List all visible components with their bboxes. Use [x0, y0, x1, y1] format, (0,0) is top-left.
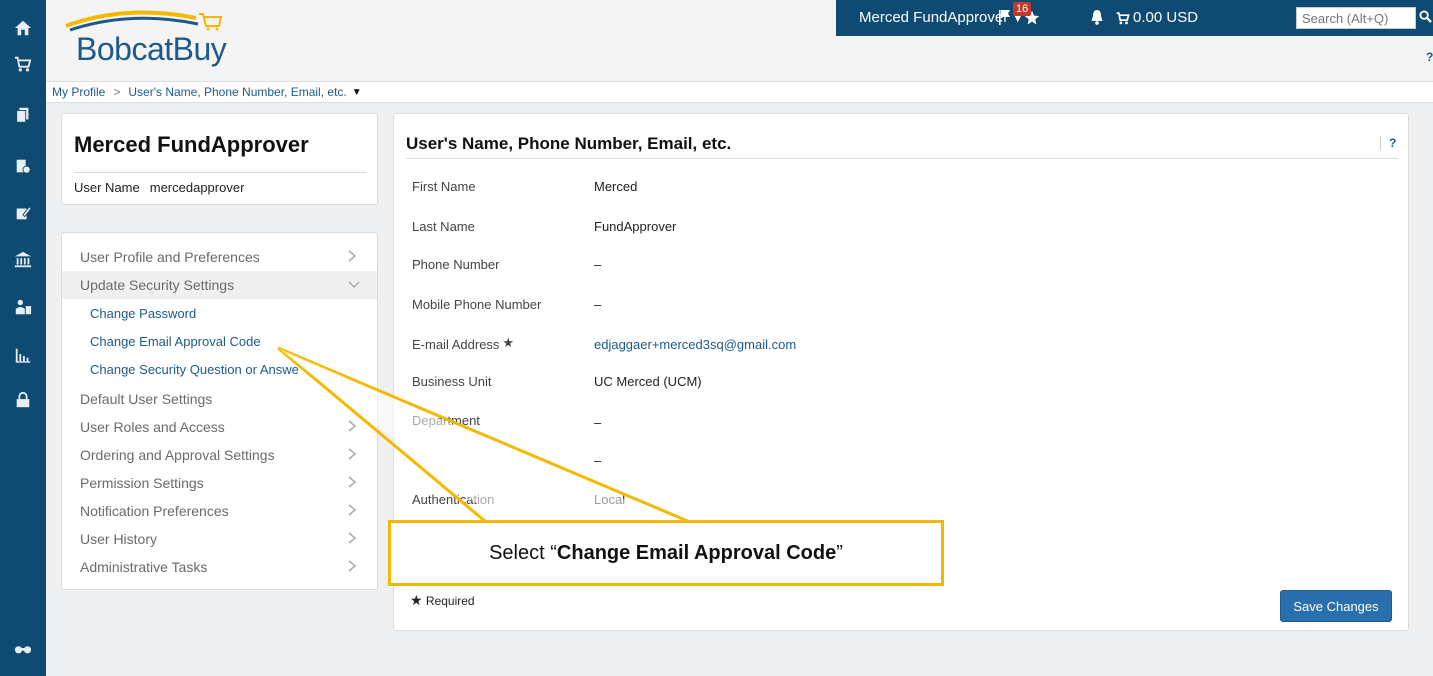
reports-icon[interactable]: [0, 341, 46, 369]
user-menu-label: Merced FundApprover: [859, 9, 1009, 26]
chevron-right-icon: [347, 559, 357, 573]
required-star-icon: ★: [502, 335, 515, 350]
nav-item-label: Ordering and Approval Settings: [80, 447, 275, 463]
mobile-phone-label: Mobile Phone Number: [412, 297, 542, 312]
chevron-right-icon: [347, 419, 357, 433]
profile-name: Merced FundApprover: [74, 132, 309, 157]
cart-amount[interactable]: 0.00 USD: [1133, 9, 1198, 26]
divider: [74, 172, 367, 173]
notification-count-badge: 16: [1013, 2, 1032, 16]
chevron-right-icon: [347, 475, 357, 489]
breadcrumb-current-page[interactable]: User's Name, Phone Number, Email, etc.: [128, 85, 346, 99]
nav-item-label: Permission Settings: [80, 475, 204, 491]
nav-notification-preferences[interactable]: Notification Preferences: [62, 497, 377, 525]
suppliers-icon[interactable]: [0, 293, 46, 321]
chevron-right-icon: [347, 531, 357, 545]
chevron-right-icon: [347, 503, 357, 517]
phone-number-value: –: [594, 257, 602, 272]
chevron-down-icon: [347, 277, 360, 291]
home-icon[interactable]: [0, 14, 46, 42]
header: BobcatBuy Merced FundApprover ▼ 16 0.00 …: [46, 0, 1433, 81]
nav-item-label: Administrative Tasks: [80, 559, 208, 575]
hidden-field-value: –: [594, 453, 602, 468]
nav-user-profile-and-preferences[interactable]: User Profile and Preferences: [62, 243, 377, 271]
nav-item-label: Notification Preferences: [80, 503, 229, 519]
save-changes-button[interactable]: Save Changes: [1280, 590, 1392, 622]
department-value: –: [594, 415, 602, 430]
search-input[interactable]: [1296, 7, 1416, 29]
search-icon[interactable]: [1419, 10, 1432, 28]
callout-prefix: Select “: [489, 541, 557, 564]
logo-text: BobcatBuy: [76, 31, 227, 67]
top-toolbar: Merced FundApprover ▼ 16 0.00 USD: [836, 0, 1433, 36]
nav-item-label: User History: [80, 531, 158, 547]
authentication-value: Local: [594, 492, 626, 507]
edit-icon[interactable]: [0, 199, 46, 227]
profile-summary-card: Merced FundApprover User Name mercedappro…: [61, 113, 378, 205]
email-value[interactable]: edjaggaer+merced3sq@gmail.com: [594, 337, 796, 352]
email-label: E-mail Address: [412, 337, 500, 352]
nav-item-label: User Roles and Access: [80, 419, 225, 435]
first-name-label: First Name: [412, 179, 476, 194]
bell-icon[interactable]: [1090, 9, 1104, 30]
email-label-row: E-mail Address ★: [412, 335, 514, 352]
binoculars-icon[interactable]: [0, 634, 46, 662]
orders-icon[interactable]: [0, 152, 46, 180]
required-note-text: Required: [425, 594, 475, 608]
nav-change-email-approval-code[interactable]: Change Email Approval Code: [90, 334, 261, 349]
breadcrumb: My Profile > User's Name, Phone Number, …: [46, 81, 1433, 103]
username-value: mercedapprover: [149, 180, 245, 195]
cart-icon-topbar[interactable]: [1116, 11, 1130, 30]
username-row: User Name mercedapprover: [74, 180, 244, 195]
nav-item-label: Update Security Settings: [80, 277, 235, 293]
nav-change-password[interactable]: Change Password: [90, 306, 196, 321]
bobcatbuy-logo[interactable]: BobcatBuy: [56, 4, 261, 67]
help-icon[interactable]: ?: [1426, 50, 1433, 64]
mobile-phone-value: –: [594, 297, 602, 312]
profile-nav-menu: User Profile and Preferences Update Secu…: [61, 232, 378, 590]
authentication-label: Authentication: [412, 492, 495, 507]
last-name-value: FundApprover: [594, 219, 677, 234]
nav-user-history[interactable]: User History: [62, 525, 377, 553]
page-title: User's Name, Phone Number, Email, etc.: [406, 134, 732, 153]
nav-permission-settings[interactable]: Permission Settings: [62, 469, 377, 497]
nav-user-roles-and-access[interactable]: User Roles and Access: [62, 413, 377, 441]
divider: [406, 158, 1398, 159]
left-icon-rail: [0, 0, 46, 676]
nav-default-user-settings[interactable]: Default User Settings: [62, 385, 377, 413]
first-name-value: Merced: [594, 179, 638, 194]
business-unit-label: Business Unit: [412, 374, 492, 389]
callout-suffix: ”: [836, 541, 843, 564]
chevron-right-icon: [347, 447, 357, 461]
bank-icon[interactable]: [0, 246, 46, 274]
nav-administrative-tasks[interactable]: Administrative Tasks: [62, 553, 377, 581]
nav-update-security-settings[interactable]: Update Security Settings: [62, 271, 377, 299]
caret-down-icon[interactable]: ▼: [352, 87, 362, 98]
documents-icon[interactable]: [0, 101, 46, 129]
department-label: Department: [412, 413, 480, 428]
admin-icon[interactable]: [0, 386, 46, 414]
help-icon[interactable]: ?: [1380, 136, 1396, 150]
instruction-callout: Select “Change Email Approval Code”: [388, 520, 944, 586]
nav-change-security-question[interactable]: Change Security Question or Answe: [90, 362, 299, 377]
nav-item-label: User Profile and Preferences: [80, 249, 260, 265]
required-note: ★ Required: [410, 592, 475, 609]
cart-icon[interactable]: [0, 50, 46, 78]
chevron-right-icon: >: [113, 85, 121, 99]
phone-number-label: Phone Number: [412, 257, 500, 272]
last-name-label: Last Name: [412, 219, 475, 234]
business-unit-value: UC Merced (UCM): [594, 374, 702, 389]
callout-bold-text: Change Email Approval Code: [556, 541, 837, 564]
nav-item-label: Default User Settings: [80, 391, 213, 407]
required-star-icon: ★: [410, 592, 423, 608]
nav-ordering-and-approval-settings[interactable]: Ordering and Approval Settings: [62, 441, 377, 469]
username-label: User Name: [74, 180, 140, 195]
chevron-right-icon: [347, 249, 357, 263]
flag-icon[interactable]: [998, 9, 1012, 31]
breadcrumb-my-profile[interactable]: My Profile: [52, 85, 105, 99]
